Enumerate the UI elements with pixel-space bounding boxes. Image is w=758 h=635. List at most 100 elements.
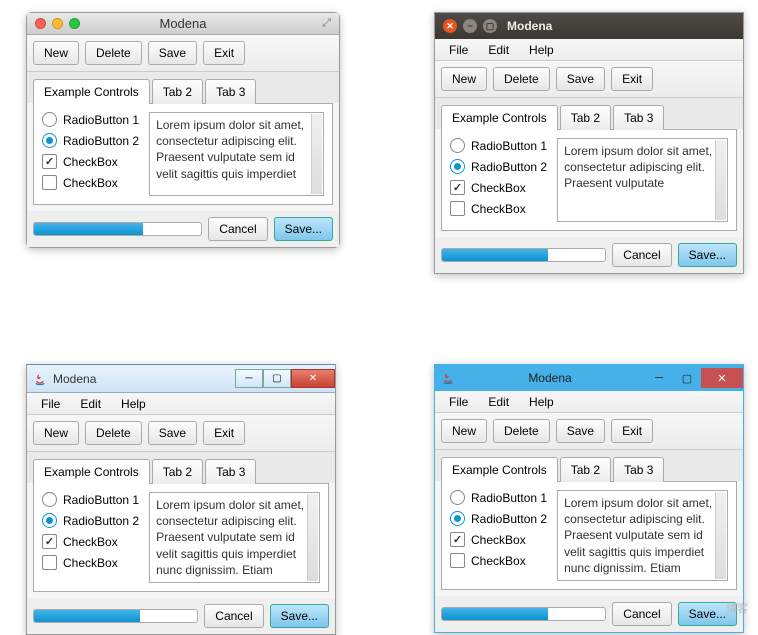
menu-edit[interactable]: Edit bbox=[72, 395, 109, 413]
text-area[interactable]: Lorem ipsum dolor sit amet, consectetur … bbox=[557, 490, 728, 581]
radio-1-label: RadioButton 1 bbox=[471, 491, 547, 505]
footer: Cancel Save... bbox=[435, 237, 743, 273]
titlebar[interactable]: ✕ − ▢ Modena bbox=[435, 13, 743, 39]
cancel-button[interactable]: Cancel bbox=[208, 217, 267, 241]
menu-help[interactable]: Help bbox=[521, 393, 562, 411]
delete-button[interactable]: Delete bbox=[493, 419, 550, 443]
tab-2[interactable]: Tab 2 bbox=[152, 79, 203, 104]
tab-example-controls[interactable]: Example Controls bbox=[441, 457, 558, 482]
tab-example-controls[interactable]: Example Controls bbox=[33, 79, 150, 104]
save-as-button[interactable]: Save... bbox=[274, 217, 333, 241]
checkbox-1[interactable] bbox=[42, 534, 57, 549]
save-button[interactable]: Save bbox=[556, 67, 605, 91]
tab-content: RadioButton 1 RadioButton 2 CheckBox Che… bbox=[441, 481, 737, 590]
save-button[interactable]: Save bbox=[148, 421, 197, 445]
radio-2[interactable] bbox=[42, 133, 57, 148]
progress-bar bbox=[33, 222, 202, 236]
delete-button[interactable]: Delete bbox=[493, 67, 550, 91]
minimize-icon[interactable]: ─ bbox=[235, 369, 263, 388]
new-button[interactable]: New bbox=[33, 41, 79, 65]
save-as-button[interactable]: Save... bbox=[270, 604, 329, 628]
text-area[interactable]: Lorem ipsum dolor sit amet, consectetur … bbox=[149, 112, 324, 196]
checkbox-1[interactable] bbox=[450, 180, 465, 195]
maximize-icon[interactable]: ▢ bbox=[483, 19, 497, 33]
tab-2[interactable]: Tab 2 bbox=[560, 105, 611, 130]
cancel-button[interactable]: Cancel bbox=[204, 604, 263, 628]
cancel-button[interactable]: Cancel bbox=[612, 602, 671, 626]
radio-1[interactable] bbox=[450, 138, 465, 153]
tab-3[interactable]: Tab 3 bbox=[613, 457, 664, 482]
maximize-icon[interactable]: ▢ bbox=[673, 368, 701, 388]
text-area[interactable]: Lorem ipsum dolor sit amet, consectetur … bbox=[149, 492, 320, 583]
tab-bar: Example Controls Tab 2 Tab 3 bbox=[27, 72, 339, 103]
close-icon[interactable]: ✕ bbox=[701, 368, 743, 388]
toolbar: New Delete Save Exit bbox=[27, 415, 335, 452]
radio-2[interactable] bbox=[450, 511, 465, 526]
tab-3[interactable]: Tab 3 bbox=[205, 79, 256, 104]
checkbox-2[interactable] bbox=[450, 201, 465, 216]
save-button[interactable]: Save bbox=[148, 41, 197, 65]
progress-bar bbox=[441, 248, 606, 262]
checkbox-2-label: CheckBox bbox=[471, 554, 526, 568]
radio-1[interactable] bbox=[450, 490, 465, 505]
checkbox-1-label: CheckBox bbox=[63, 535, 118, 549]
checkbox-2[interactable] bbox=[450, 553, 465, 568]
menu-file[interactable]: File bbox=[33, 395, 68, 413]
window-title: Modena bbox=[507, 19, 552, 33]
checkbox-1-label: CheckBox bbox=[63, 155, 118, 169]
titlebar[interactable]: Modena ─ ▢ ✕ bbox=[435, 365, 743, 391]
titlebar[interactable]: Modena ⤢ bbox=[27, 13, 339, 35]
footer: Cancel Save... bbox=[27, 211, 339, 247]
tab-2[interactable]: Tab 2 bbox=[152, 459, 203, 484]
menu-edit[interactable]: Edit bbox=[480, 393, 517, 411]
radio-2[interactable] bbox=[450, 159, 465, 174]
delete-button[interactable]: Delete bbox=[85, 41, 142, 65]
minimize-icon[interactable]: − bbox=[463, 19, 477, 33]
progress-bar bbox=[441, 607, 606, 621]
tab-example-controls[interactable]: Example Controls bbox=[441, 105, 558, 130]
save-button[interactable]: Save bbox=[556, 419, 605, 443]
radio-2[interactable] bbox=[42, 513, 57, 528]
tab-bar: Example Controls Tab 2 Tab 3 bbox=[435, 450, 743, 481]
close-icon[interactable]: ✕ bbox=[291, 369, 335, 388]
exit-button[interactable]: Exit bbox=[203, 41, 245, 65]
checkbox-1-label: CheckBox bbox=[471, 533, 526, 547]
tab-content: RadioButton 1 RadioButton 2 CheckBox Che… bbox=[33, 103, 333, 205]
menu-help[interactable]: Help bbox=[113, 395, 154, 413]
checkbox-1-label: CheckBox bbox=[471, 181, 526, 195]
radio-1[interactable] bbox=[42, 112, 57, 127]
exit-button[interactable]: Exit bbox=[611, 67, 653, 91]
menu-file[interactable]: File bbox=[441, 393, 476, 411]
cancel-button[interactable]: Cancel bbox=[612, 243, 671, 267]
radio-1[interactable] bbox=[42, 492, 57, 507]
toolbar: New Delete Save Exit bbox=[27, 35, 339, 72]
tab-example-controls[interactable]: Example Controls bbox=[33, 459, 150, 484]
titlebar[interactable]: Modena ─ ▢ ✕ bbox=[27, 365, 335, 393]
radio-2-label: RadioButton 2 bbox=[471, 512, 547, 526]
window-title: Modena bbox=[53, 372, 96, 386]
checkbox-1[interactable] bbox=[450, 532, 465, 547]
new-button[interactable]: New bbox=[441, 419, 487, 443]
tab-3[interactable]: Tab 3 bbox=[205, 459, 256, 484]
checkbox-2[interactable] bbox=[42, 175, 57, 190]
window-title: Modena bbox=[455, 371, 645, 385]
delete-button[interactable]: Delete bbox=[85, 421, 142, 445]
close-icon[interactable]: ✕ bbox=[443, 19, 457, 33]
tab-2[interactable]: Tab 2 bbox=[560, 457, 611, 482]
maximize-icon[interactable]: ▢ bbox=[263, 369, 291, 388]
text-area[interactable]: Lorem ipsum dolor sit amet, consectetur … bbox=[557, 138, 728, 222]
exit-button[interactable]: Exit bbox=[203, 421, 245, 445]
toolbar: New Delete Save Exit bbox=[435, 61, 743, 98]
tab-3[interactable]: Tab 3 bbox=[613, 105, 664, 130]
menu-file[interactable]: File bbox=[441, 41, 476, 59]
new-button[interactable]: New bbox=[441, 67, 487, 91]
minimize-icon[interactable]: ─ bbox=[645, 368, 673, 388]
footer: Cancel Save... bbox=[27, 598, 335, 634]
new-button[interactable]: New bbox=[33, 421, 79, 445]
menu-help[interactable]: Help bbox=[521, 41, 562, 59]
exit-button[interactable]: Exit bbox=[611, 419, 653, 443]
checkbox-2[interactable] bbox=[42, 555, 57, 570]
menu-edit[interactable]: Edit bbox=[480, 41, 517, 59]
checkbox-1[interactable] bbox=[42, 154, 57, 169]
save-as-button[interactable]: Save... bbox=[678, 243, 737, 267]
